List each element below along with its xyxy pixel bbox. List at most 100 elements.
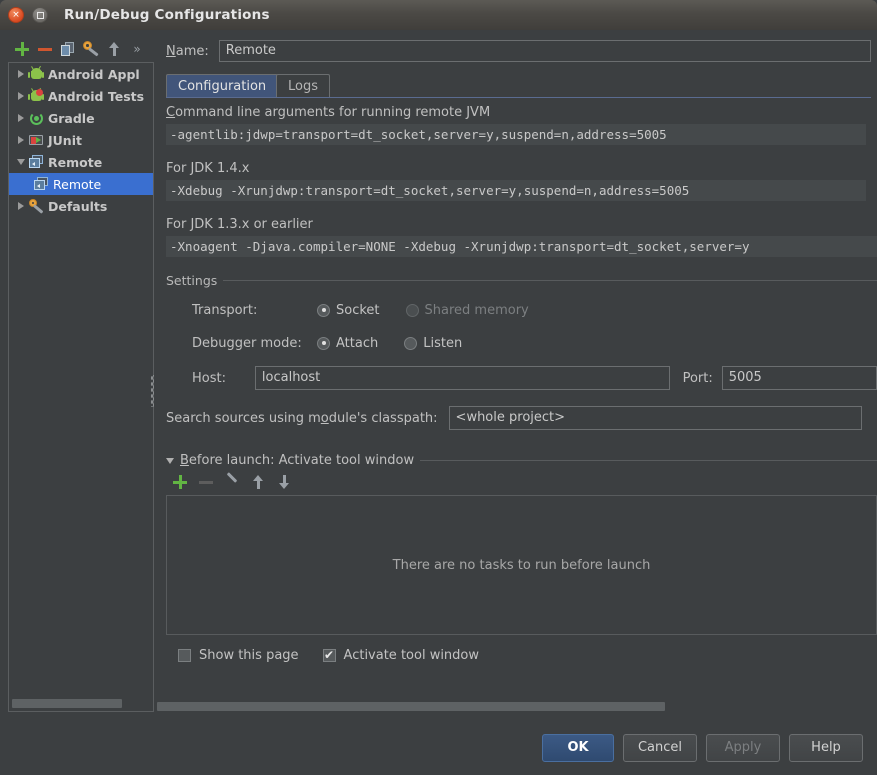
host-input[interactable]: localhost — [255, 366, 670, 390]
transport-row: Transport: Socket Shared memory — [192, 297, 877, 323]
copy-configuration-button[interactable] — [60, 41, 76, 57]
host-label: Host: — [192, 371, 255, 386]
checkbox-show-this-page-label: Show this page — [199, 648, 299, 663]
port-label: Port: — [683, 371, 713, 386]
tree-item-android-application[interactable]: Android Appl — [9, 63, 153, 85]
settings-group-header: Settings — [166, 273, 877, 288]
tree-item-label: Defaults — [48, 199, 107, 214]
tree-item-junit[interactable]: JUnit — [9, 129, 153, 151]
debugger-mode-row: Debugger mode: Attach Listen — [192, 330, 877, 356]
radio-transport-shared-memory[interactable] — [406, 304, 419, 317]
radio-transport-socket[interactable] — [317, 304, 330, 317]
radio-debugger-listen[interactable] — [404, 337, 417, 350]
tree-item-label: JUnit — [48, 133, 82, 148]
help-button[interactable]: Help — [789, 734, 863, 762]
window-title: Run/Debug Configurations — [64, 7, 270, 23]
tree-item-label: Remote — [53, 177, 101, 192]
settings-group-label: Settings — [166, 273, 217, 288]
tab-logs[interactable]: Logs — [276, 74, 330, 97]
move-task-down-button[interactable] — [276, 474, 292, 490]
more-options-button[interactable]: » — [129, 41, 145, 57]
move-task-up-button[interactable] — [250, 474, 266, 490]
radio-transport-socket-label: Socket — [336, 303, 380, 318]
splitter-grip-icon — [150, 375, 154, 407]
radio-debugger-attach[interactable] — [317, 337, 330, 350]
radio-transport-shared-memory-label: Shared memory — [425, 303, 529, 318]
cancel-button[interactable]: Cancel — [623, 734, 697, 762]
dialog-button-bar: OK Cancel Apply Help — [0, 723, 877, 775]
expander-expanded-icon[interactable] — [14, 159, 28, 165]
configuration-tree-toolbar: » — [8, 36, 154, 62]
jdk13-label: For JDK 1.3.x or earlier — [166, 217, 877, 232]
checkbox-activate-tool-window[interactable] — [323, 649, 336, 662]
jdk14-label: For JDK 1.4.x — [166, 161, 877, 176]
junit-icon — [28, 132, 44, 148]
tree-scrollbar-thumb[interactable] — [12, 699, 122, 708]
main-horizontal-scrollbar[interactable] — [157, 700, 871, 714]
run-debug-configurations-dialog: × Run/Debug Configurations » — [0, 0, 877, 775]
add-configuration-button[interactable] — [14, 41, 30, 57]
edit-task-button[interactable] — [224, 474, 240, 490]
radio-debugger-listen-label: Listen — [423, 336, 462, 351]
add-task-button[interactable] — [172, 474, 188, 490]
tree-item-remote-group[interactable]: Remote — [9, 151, 153, 173]
title-bar: × Run/Debug Configurations — [0, 0, 877, 30]
before-launch-checkbox-row: Show this page Activate tool window — [166, 635, 877, 663]
jdk14-field[interactable]: -Xdebug -Xrunjdwp:transport=dt_socket,se… — [166, 180, 866, 201]
expander-collapsed-icon[interactable] — [14, 114, 28, 122]
expander-collapsed-icon[interactable] — [14, 92, 28, 100]
host-port-row: Host: localhost Port: 5005 — [192, 365, 877, 391]
tree-item-label: Android Appl — [48, 67, 140, 82]
tree-item-label: Android Tests — [48, 89, 144, 104]
panel-splitter[interactable] — [147, 62, 157, 712]
configuration-name-row: Name: Remote — [166, 40, 871, 62]
before-launch-header[interactable]: Before launch: Activate tool window — [166, 453, 877, 468]
before-launch-toolbar — [166, 468, 877, 495]
maximize-icon[interactable] — [32, 7, 48, 23]
main-scrollbar-thumb[interactable] — [157, 702, 665, 711]
tree-item-label: Remote — [48, 155, 102, 170]
before-launch-title: Before launch: Activate tool window — [180, 453, 414, 468]
collapse-triangle-icon[interactable] — [166, 458, 174, 464]
checkbox-show-this-page[interactable] — [178, 649, 191, 662]
tab-bar: Configuration Logs — [166, 74, 871, 98]
apply-button[interactable]: Apply — [706, 734, 780, 762]
tree-horizontal-scrollbar[interactable] — [9, 697, 153, 711]
tree-item-defaults[interactable]: Defaults — [9, 195, 153, 217]
expander-collapsed-icon[interactable] — [14, 202, 28, 210]
android-test-icon — [28, 88, 44, 104]
remote-icon — [28, 154, 44, 170]
configuration-tree: Android Appl Android Tests Gradle — [9, 63, 153, 695]
configuration-tree-panel: Android Appl Android Tests Gradle — [8, 62, 154, 712]
name-input[interactable]: Remote — [219, 40, 871, 62]
jdk13-field[interactable]: -Xnoagent -Djava.compiler=NONE -Xdebug -… — [166, 236, 877, 257]
before-launch-task-list[interactable]: There are no tasks to run before launch — [166, 495, 877, 635]
before-launch-divider — [420, 460, 877, 461]
move-up-button[interactable] — [106, 41, 122, 57]
close-icon[interactable]: × — [8, 7, 24, 23]
tab-configuration[interactable]: Configuration — [166, 74, 278, 97]
radio-debugger-attach-label: Attach — [336, 336, 378, 351]
cmdline-jvm-label: Command line arguments for running remot… — [166, 105, 877, 120]
defaults-icon — [28, 198, 44, 214]
tree-item-android-tests[interactable]: Android Tests — [9, 85, 153, 107]
expander-collapsed-icon[interactable] — [14, 70, 28, 78]
android-icon — [28, 66, 44, 82]
remove-task-button[interactable] — [198, 474, 214, 490]
settings-body: Transport: Socket Shared memory Debugger… — [166, 288, 877, 391]
edit-defaults-button[interactable] — [83, 41, 99, 57]
tree-item-gradle[interactable]: Gradle — [9, 107, 153, 129]
tree-item-remote-selected[interactable]: Remote — [9, 173, 153, 195]
debugger-mode-label: Debugger mode: — [192, 336, 317, 351]
search-sources-combo[interactable]: <whole project> — [449, 406, 862, 430]
tree-item-label: Gradle — [48, 111, 95, 126]
port-input[interactable]: 5005 — [722, 366, 877, 390]
before-launch-empty-message: There are no tasks to run before launch — [393, 558, 651, 573]
settings-group-divider — [223, 280, 877, 281]
expander-collapsed-icon[interactable] — [14, 136, 28, 144]
remove-configuration-button[interactable] — [37, 41, 53, 57]
cmdline-jvm-field[interactable]: -agentlib:jdwp=transport=dt_socket,serve… — [166, 124, 866, 145]
gradle-icon — [28, 110, 44, 126]
transport-label: Transport: — [192, 303, 317, 318]
ok-button[interactable]: OK — [542, 734, 614, 762]
